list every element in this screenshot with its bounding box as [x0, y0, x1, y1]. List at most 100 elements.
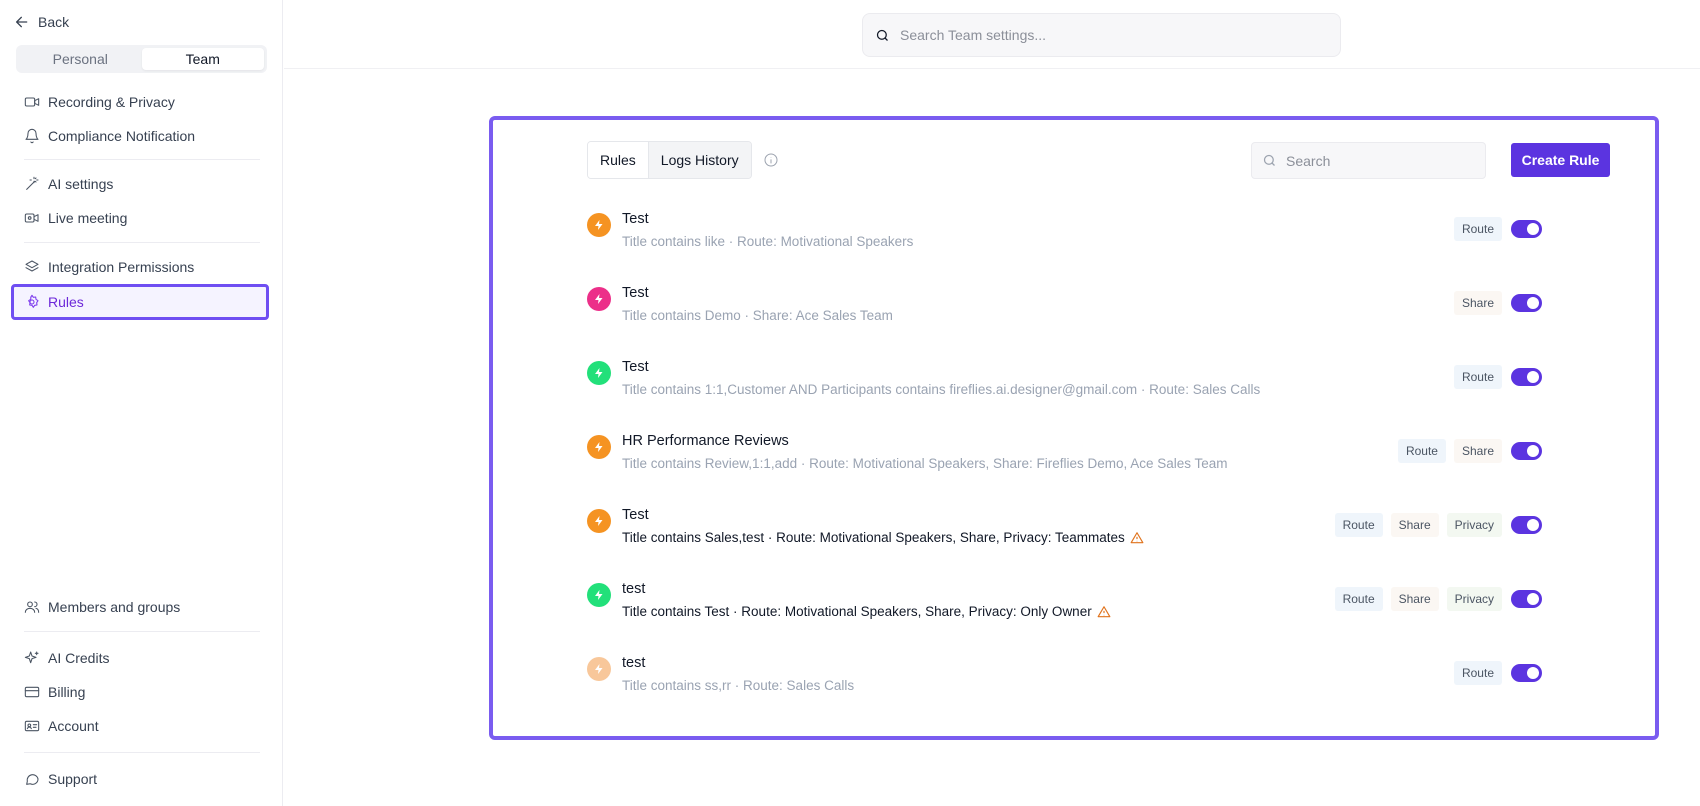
rule-title: test — [622, 581, 646, 597]
tab-logs-history[interactable]: Logs History — [647, 142, 751, 178]
bolt-icon — [595, 590, 603, 600]
rule-tag-privacy: Privacy — [1446, 513, 1502, 537]
scope-team[interactable]: Team — [141, 48, 264, 70]
scope-toggle: Personal Team — [16, 45, 267, 73]
sidebar-item-ai-credits[interactable]: AI Credits — [24, 647, 109, 669]
rule-row[interactable]: Test Title contains 1:1,Customer AND Part… — [587, 359, 1542, 409]
rule-row[interactable]: Test Title contains Sales,test · Route: M… — [587, 507, 1542, 557]
rule-description: Title contains Test · Route: Motivationa… — [622, 604, 1111, 619]
rule-row[interactable]: test Title contains Test · Route: Motivat… — [587, 581, 1542, 631]
rule-title: Test — [622, 359, 649, 375]
rule-tags: Route Share — [1397, 439, 1542, 463]
arrow-left-icon — [16, 16, 28, 28]
rules-gear-icon — [28, 294, 39, 308]
rule-enabled-toggle[interactable] — [1511, 368, 1542, 386]
rule-bolt-badge — [587, 361, 611, 385]
rule-bolt-badge — [587, 509, 611, 533]
back-button[interactable]: Back — [14, 14, 69, 30]
rules-search[interactable] — [1251, 142, 1486, 179]
rule-title: Test — [622, 285, 649, 301]
rule-tags: Route Share Privacy — [1334, 513, 1542, 537]
rules-tabs: Rules Logs History — [587, 141, 752, 179]
sidebar-item-label: Members and groups — [48, 599, 181, 615]
create-rule-button[interactable]: Create Rule — [1511, 143, 1610, 177]
rule-tag-privacy: Privacy — [1446, 587, 1502, 611]
rule-description-text: Title contains Sales,test · Route: Motiv… — [622, 530, 1125, 545]
rule-row[interactable]: test Title contains ss,rr · Route: Sales … — [587, 655, 1542, 705]
sidebar-item-rules[interactable]: Rules — [24, 291, 84, 313]
rule-description-text: Title contains Test · Route: Motivationa… — [622, 604, 1092, 619]
rule-enabled-toggle[interactable] — [1511, 664, 1542, 682]
rule-enabled-toggle[interactable] — [1511, 294, 1542, 312]
search-icon — [1263, 154, 1275, 166]
search-icon — [876, 29, 888, 41]
rule-tag-share: Share — [1453, 291, 1502, 315]
id-card-icon — [24, 720, 40, 732]
sidebar-item-label: Billing — [48, 684, 86, 700]
rule-row[interactable]: Test Title contains like · Route: Motivat… — [587, 211, 1542, 261]
sidebar-item-label: Rules — [48, 294, 84, 310]
warning-triangle-icon — [1097, 605, 1111, 619]
sidebar-item-label: Integration Permissions — [48, 259, 195, 275]
rule-description: Title contains 1:1,Customer AND Particip… — [622, 382, 1260, 397]
scope-personal[interactable]: Personal — [19, 48, 142, 70]
rule-tags: Route — [1453, 365, 1542, 389]
rule-description-text: Title contains like · Route: Motivationa… — [622, 234, 914, 249]
rule-bolt-badge — [587, 657, 611, 681]
rule-bolt-badge — [587, 213, 611, 237]
rule-tags: Route — [1453, 661, 1542, 685]
rule-description-text: Title contains ss,rr · Route: Sales Call… — [622, 678, 855, 693]
rule-description: Title contains Demo · Share: Ace Sales T… — [622, 308, 893, 323]
rule-tag-route: Route — [1453, 217, 1502, 241]
rule-enabled-toggle[interactable] — [1511, 516, 1542, 534]
rule-enabled-toggle[interactable] — [1511, 590, 1542, 608]
rule-description: Title contains Sales,test · Route: Motiv… — [622, 530, 1144, 545]
sidebar-item-support[interactable]: Support — [24, 768, 97, 790]
rule-tag-share: Share — [1453, 439, 1502, 463]
rule-title: Test — [622, 211, 649, 227]
sidebar-item-billing[interactable]: Billing — [24, 681, 85, 703]
rule-title: HR Performance Reviews — [622, 433, 789, 449]
rule-tag-share: Share — [1390, 513, 1439, 537]
tab-rules[interactable]: Rules — [588, 142, 648, 178]
sidebar-item-live-meeting[interactable]: Live meeting — [24, 207, 127, 229]
rule-description: Title contains Review,1:1,add · Route: M… — [622, 456, 1228, 471]
sidebar-item-integration[interactable]: Integration Permissions — [24, 256, 194, 278]
bolt-icon — [595, 516, 603, 526]
sidebar-item-label: Support — [48, 771, 98, 787]
sidebar-item-recording[interactable]: Recording & Privacy — [24, 91, 175, 113]
rule-row[interactable]: Test Title contains Demo · Share: Ace Sal… — [587, 285, 1542, 335]
rule-enabled-toggle[interactable] — [1511, 220, 1542, 238]
sidebar-item-members[interactable]: Members and groups — [24, 596, 180, 618]
info-icon[interactable] — [763, 152, 779, 168]
sidebar-item-compliance[interactable]: Compliance Notification — [24, 125, 195, 147]
rule-description: Title contains ss,rr · Route: Sales Call… — [622, 678, 854, 693]
team-settings-search-input[interactable] — [900, 27, 1300, 43]
sidebar-item-account[interactable]: Account — [24, 715, 99, 737]
rules-search-input[interactable] — [1286, 152, 1476, 169]
rule-tags: Route Share Privacy — [1334, 587, 1542, 611]
rule-title: test — [622, 655, 646, 671]
chat-bubble-icon — [26, 774, 39, 785]
warning-triangle-icon — [1130, 531, 1144, 545]
sidebar-item-label: Account — [48, 718, 99, 734]
rule-description-text: Title contains Demo · Share: Ace Sales T… — [622, 308, 893, 323]
rule-tag-route: Route — [1334, 587, 1383, 611]
sidebar: Back Personal Team Recording & Privacy C… — [0, 0, 283, 806]
rules-panel — [489, 116, 1659, 740]
team-settings-search[interactable] — [862, 13, 1341, 57]
rule-enabled-toggle[interactable] — [1511, 442, 1542, 460]
sidebar-item-ai-settings[interactable]: AI settings — [24, 173, 113, 195]
sidebar-divider — [24, 631, 260, 632]
rule-row[interactable]: HR Performance Reviews Title contains Rev… — [587, 433, 1542, 483]
sidebar-divider — [24, 752, 260, 753]
credit-card-icon — [24, 686, 40, 698]
rule-tag-share: Share — [1390, 587, 1439, 611]
back-label: Back — [38, 14, 70, 30]
video-camera-icon — [24, 97, 40, 107]
bolt-icon — [595, 442, 603, 452]
rule-bolt-badge — [587, 583, 611, 607]
rule-description-text: Title contains Review,1:1,add · Route: M… — [622, 456, 1228, 471]
sidebar-item-label: Compliance Notification — [48, 128, 196, 144]
sidebar-item-label: AI settings — [48, 176, 114, 192]
